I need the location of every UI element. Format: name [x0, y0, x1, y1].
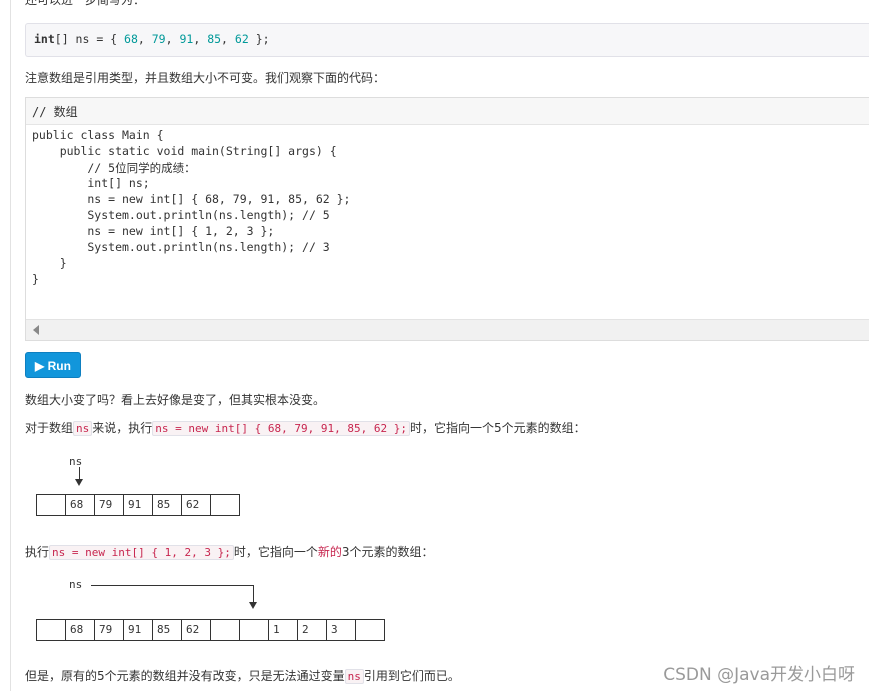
- diagram1-arrow-line: [79, 467, 80, 479]
- diagram2-ns-label: ns: [69, 578, 83, 591]
- code-editor[interactable]: // 数组 public class Main { public static …: [25, 97, 869, 341]
- question-text: 数组大小变了吗？看上去好像是变了，但其实根本没变。: [25, 393, 326, 407]
- code-line-4: int[] ns;: [32, 176, 150, 190]
- array-cell: [37, 495, 66, 515]
- array-cell: 91: [124, 495, 153, 515]
- diagram2-cells: 68 79 91 85 62 1 2 3: [36, 619, 385, 641]
- paragraph-2: 执行 ns = new int[] { 1, 2, 3 }; 时，它指向一个新的3个…: [25, 545, 434, 560]
- array-cell: [211, 620, 240, 640]
- array-cell: [356, 620, 385, 640]
- editor-header: // 数组: [26, 98, 869, 125]
- code-line-9: }: [32, 256, 67, 270]
- array-cell: [240, 620, 269, 640]
- array-cell: 62: [182, 620, 211, 640]
- array-cell: 68: [66, 495, 95, 515]
- code-line-5: ns = new int[] { 68, 79, 91, 85, 62 };: [32, 192, 351, 206]
- csdn-watermark: CSDN @Java开发小白呀: [663, 665, 855, 685]
- run-button[interactable]: ▶ Run: [25, 352, 81, 378]
- array-cell: 85: [153, 620, 182, 640]
- diagram2-pointer-vertical: [253, 585, 254, 602]
- array-cell: 2: [298, 620, 327, 640]
- diagram2-arrow-icon: [249, 602, 257, 609]
- short-decl-line: int[] ns = { 68, 79, 91, 85, 62 };: [34, 32, 270, 46]
- content-left-border: [10, 0, 11, 691]
- intro-text: 还可以进一步简写为：: [25, 0, 146, 7]
- array-cell: 85: [153, 495, 182, 515]
- array-cell: 3: [327, 620, 356, 640]
- array-cell: [211, 495, 240, 515]
- array-cell: 91: [124, 620, 153, 640]
- horizontal-scrollbar[interactable]: [26, 319, 869, 340]
- array-cell: 79: [95, 620, 124, 640]
- code-line-8: System.out.println(ns.length); // 3: [32, 240, 330, 254]
- code-line-10: }: [32, 272, 39, 286]
- short-decl-code-block: int[] ns = { 68, 79, 91, 85, 62 };: [25, 23, 869, 57]
- array-cell: 1: [269, 620, 298, 640]
- diagram1-ns-label: ns: [69, 455, 83, 468]
- paragraph-1: 对于数组 ns 来说，执行 ns = new int[] { 68, 79, 91, …: [25, 421, 586, 436]
- code-line-2: public static void main(String[] args) {: [32, 144, 337, 158]
- note-text: 注意数组是引用类型，并且数组大小不可变。我们观察下面的代码：: [25, 71, 386, 85]
- diagram1-arrow-icon: [75, 479, 83, 486]
- array-cell: [37, 620, 66, 640]
- array-cell: 62: [182, 495, 211, 515]
- array-cell: 79: [95, 495, 124, 515]
- code-line-1: public class Main {: [32, 128, 164, 142]
- diagram2-pointer-horizontal: [91, 585, 253, 586]
- code-line-6: System.out.println(ns.length); // 5: [32, 208, 330, 222]
- code-line-7: ns = new int[] { 1, 2, 3 };: [32, 224, 275, 238]
- array-cell: 68: [66, 620, 95, 640]
- diagram1-cells: 68 79 91 85 62: [36, 494, 240, 516]
- scroll-left-icon[interactable]: [33, 325, 39, 335]
- paragraph-3: 但是，原有的5个元素的数组并没有改变，只是无法通过变量 ns 引用到它们而已。: [25, 669, 460, 684]
- code-line-3: // 5位同学的成绩：: [32, 161, 196, 175]
